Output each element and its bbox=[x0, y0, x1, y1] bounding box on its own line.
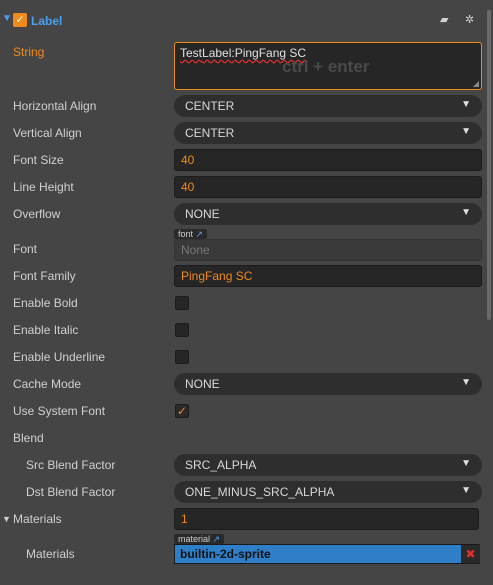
component-title: Label bbox=[31, 14, 63, 28]
src-blend-factor-value: SRC_ALPHA bbox=[185, 458, 257, 472]
font-size-input[interactable]: 40 bbox=[174, 149, 482, 171]
vertical-align-value: CENTER bbox=[185, 126, 235, 140]
component-header: ▼ ✓ Label ▰ ✲ bbox=[0, 8, 485, 34]
cache-mode-value: NONE bbox=[185, 377, 220, 391]
enable-italic-checkbox[interactable] bbox=[175, 323, 189, 337]
cache-mode-label: Cache Mode bbox=[13, 377, 82, 391]
string-label: String bbox=[13, 45, 45, 59]
external-link-icon[interactable]: ↗ bbox=[213, 534, 221, 544]
enable-bold-label: Enable Bold bbox=[13, 296, 78, 310]
enable-bold-checkbox[interactable] bbox=[175, 296, 189, 310]
material-tag-text: material bbox=[178, 534, 211, 544]
horizontal-align-select[interactable]: CENTER ▼ bbox=[174, 95, 482, 117]
materials-section-label: Materials bbox=[13, 512, 62, 526]
src-blend-factor-select[interactable]: SRC_ALPHA ▼ bbox=[174, 454, 482, 476]
font-tag-text: font bbox=[178, 229, 194, 239]
external-link-icon[interactable]: ↗ bbox=[196, 229, 204, 239]
font-asset-field[interactable]: None bbox=[174, 239, 482, 261]
use-system-font-checkbox[interactable]: ✓ bbox=[175, 404, 189, 418]
dst-blend-factor-select[interactable]: ONE_MINUS_SRC_ALPHA ▼ bbox=[174, 481, 482, 503]
dropdown-arrow-icon: ▼ bbox=[461, 99, 471, 110]
material-asset-tag: material ↗ bbox=[174, 534, 225, 544]
font-size-label: Font Size bbox=[13, 153, 64, 167]
font-asset-tag: font ↗ bbox=[174, 229, 208, 239]
blend-label: Blend bbox=[13, 431, 44, 445]
font-family-label: Font Family bbox=[13, 269, 76, 283]
materials-count-input[interactable]: 1 bbox=[174, 508, 479, 530]
material-asset-field[interactable]: builtin-2d-sprite bbox=[174, 544, 480, 564]
use-system-font-label: Use System Font bbox=[13, 404, 106, 418]
horizontal-align-value: CENTER bbox=[185, 99, 235, 113]
component-enabled-checkbox[interactable]: ✓ bbox=[13, 13, 27, 27]
dropdown-arrow-icon: ▼ bbox=[461, 458, 471, 469]
vertical-align-select[interactable]: CENTER ▼ bbox=[174, 122, 482, 144]
string-value-part1: Test bbox=[180, 46, 203, 60]
dropdown-arrow-icon: ▼ bbox=[461, 377, 471, 388]
overflow-select[interactable]: NONE ▼ bbox=[174, 203, 482, 225]
line-height-input[interactable]: 40 bbox=[174, 176, 482, 198]
materials-item-label: Materials bbox=[26, 547, 75, 561]
resize-handle-icon[interactable]: ◢ bbox=[473, 79, 479, 88]
string-textarea[interactable]: TestLabel:PingFang SC ctrl + enter ◢ bbox=[174, 42, 482, 90]
string-hint: ctrl + enter bbox=[282, 57, 370, 76]
src-blend-factor-label: Src Blend Factor bbox=[26, 458, 116, 472]
dropdown-arrow-icon: ▼ bbox=[461, 485, 471, 496]
help-book-icon[interactable]: ▰ bbox=[440, 13, 448, 26]
overflow-value: NONE bbox=[185, 207, 220, 221]
gear-icon[interactable]: ✲ bbox=[465, 13, 474, 26]
font-family-input[interactable]: PingFang SC bbox=[174, 265, 482, 287]
dst-blend-factor-value: ONE_MINUS_SRC_ALPHA bbox=[185, 485, 335, 499]
collapse-caret-icon[interactable]: ▼ bbox=[2, 13, 12, 24]
enable-italic-label: Enable Italic bbox=[13, 323, 79, 337]
vertical-align-label: Vertical Align bbox=[13, 126, 82, 140]
enable-underline-label: Enable Underline bbox=[13, 350, 106, 364]
enable-underline-checkbox[interactable] bbox=[175, 350, 189, 364]
font-label: Font bbox=[13, 242, 38, 256]
line-height-label: Line Height bbox=[13, 180, 74, 194]
dropdown-arrow-icon: ▼ bbox=[461, 126, 471, 137]
scrollbar[interactable] bbox=[487, 10, 491, 320]
horizontal-align-label: Horizontal Align bbox=[13, 99, 97, 113]
dst-blend-factor-label: Dst Blend Factor bbox=[26, 485, 116, 499]
remove-asset-icon[interactable]: ✖ bbox=[461, 545, 480, 563]
overflow-label: Overflow bbox=[13, 207, 61, 221]
dropdown-arrow-icon: ▼ bbox=[461, 207, 471, 218]
cache-mode-select[interactable]: NONE ▼ bbox=[174, 373, 482, 395]
materials-expand-caret-icon[interactable]: ▼ bbox=[2, 514, 11, 524]
